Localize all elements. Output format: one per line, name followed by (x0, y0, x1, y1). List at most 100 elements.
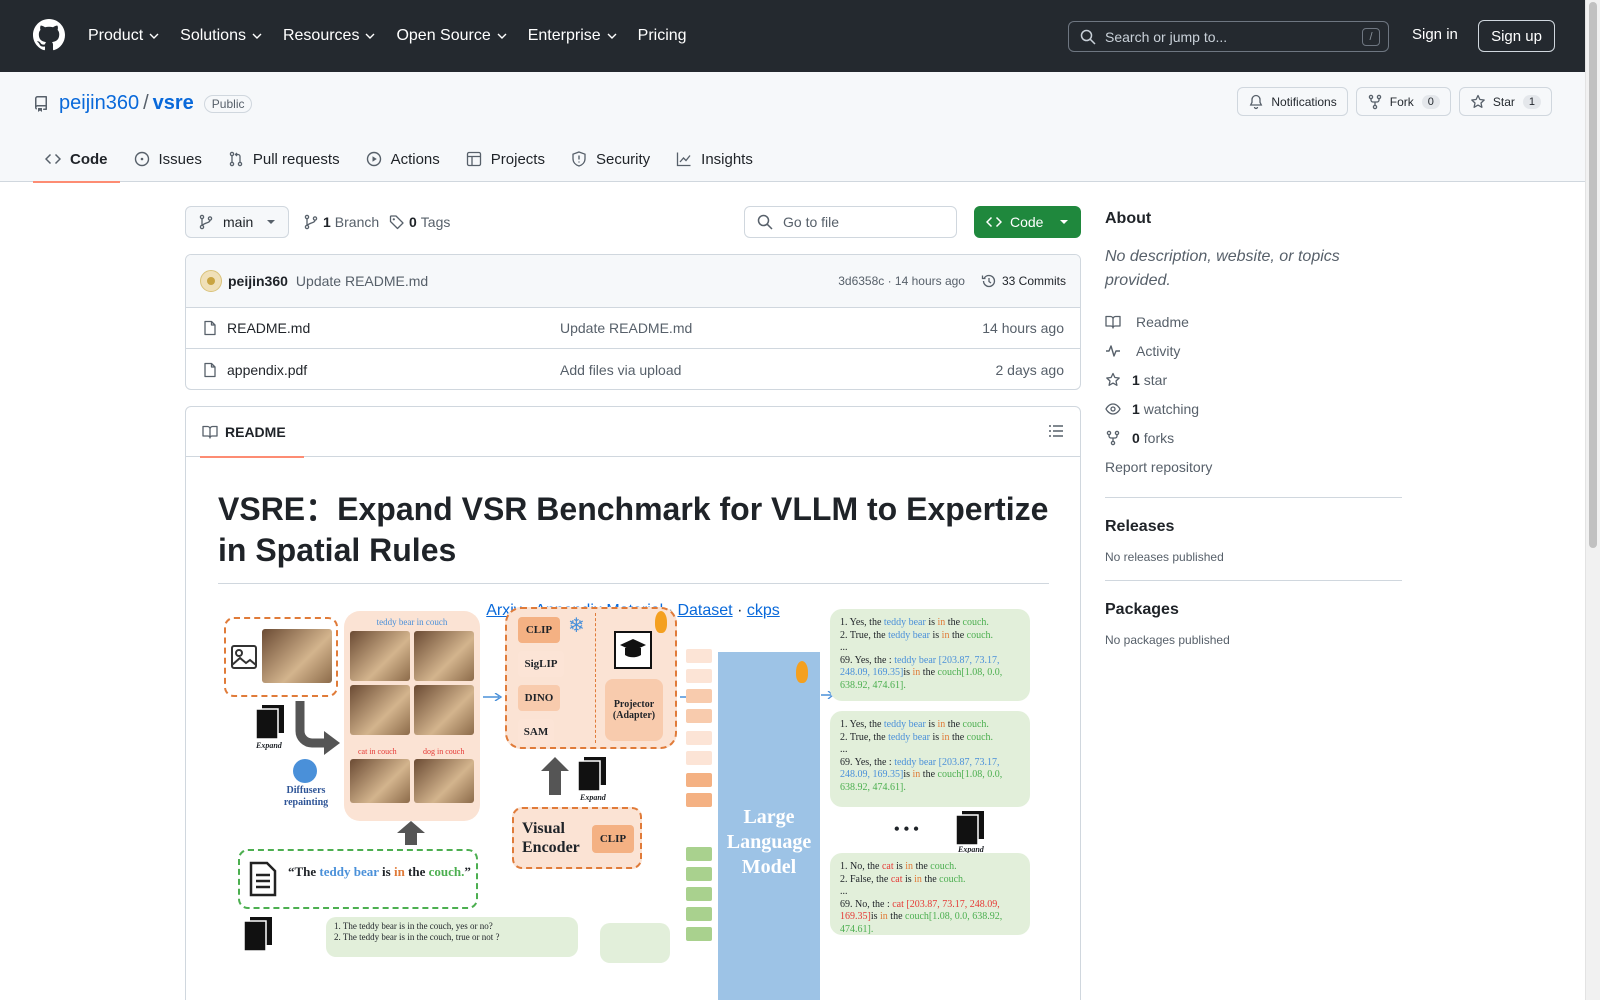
scrollbar-thumb[interactable] (1589, 2, 1597, 548)
pulse-icon (1106, 344, 1120, 357)
nav-solutions[interactable]: Solutions (180, 27, 263, 45)
star-count: 1 (1522, 94, 1541, 109)
file-commit-link[interactable]: Update README.md (560, 320, 692, 336)
sign-in-link[interactable]: Sign in (1412, 26, 1458, 43)
commit-author-link[interactable]: peijin360 (228, 273, 288, 289)
resp-text: is (925, 719, 938, 730)
tab-code[interactable]: Code (33, 136, 120, 183)
about-list: Readme Activity 1 star 1 watching 0 forks R… (1105, 307, 1402, 481)
visual-token (686, 709, 712, 723)
table-row[interactable]: README.md Update README.md 14 hours ago (186, 308, 1080, 349)
notifications-button[interactable]: Notifications (1237, 87, 1348, 116)
tab-code-label: Code (70, 150, 108, 168)
resp-text: 2. True, the (840, 629, 889, 641)
nav-pricing-label: Pricing (637, 27, 687, 44)
tab-insights[interactable]: Insights (664, 136, 765, 182)
readme-tab[interactable]: README (200, 407, 304, 458)
report-repository-link[interactable]: Report repository (1105, 452, 1402, 481)
resp-subject: couch. (939, 873, 966, 885)
resp-text: 69. Yes, the : (840, 654, 895, 666)
star-button[interactable]: Star 1 (1458, 87, 1552, 116)
releases-heading[interactable]: Releases (1105, 518, 1402, 536)
tab-projects[interactable]: Projects (454, 136, 557, 182)
visual-token (686, 751, 712, 765)
nav-product[interactable]: Product (88, 27, 160, 45)
visual-token (686, 793, 712, 807)
tab-insights-label: Insights (701, 150, 753, 168)
tab-pull-requests[interactable]: Pull requests (216, 136, 352, 182)
commit-message-link[interactable]: Update README.md (296, 273, 428, 289)
response-line: ... (840, 886, 848, 897)
resp-text: is (903, 667, 913, 678)
arrow-right-icon (483, 693, 503, 701)
commits-link[interactable]: 33 Commits (981, 273, 1066, 289)
watchers-link[interactable]: 1 watching (1105, 394, 1402, 423)
search-placeholder: Search or jump to... (1105, 28, 1228, 45)
graph-icon (677, 152, 691, 167)
response-line: 2. True, the teddy bear is in the couch. (840, 630, 1020, 643)
branch-select-button[interactable]: main (185, 206, 289, 238)
nav-enterprise[interactable]: Enterprise (528, 27, 618, 45)
table-row[interactable]: appendix.pdf Add files via upload 2 days… (186, 349, 1080, 389)
repo-name-link[interactable]: vsre (153, 92, 194, 115)
resp-text: is (925, 617, 938, 628)
resp-text: the (949, 731, 967, 743)
code-dropdown-button[interactable]: Code (974, 206, 1081, 238)
resp-text: is (930, 629, 942, 641)
github-logo-icon[interactable] (33, 19, 65, 51)
packages-heading[interactable]: Packages (1105, 601, 1402, 619)
star-icon (1106, 372, 1120, 386)
about-description: No description, website, or topics provi… (1105, 248, 1340, 289)
visual-encoder-clip-chip: CLIP (592, 825, 634, 853)
clip-chip: CLIP (518, 617, 560, 643)
readme-link[interactable]: Readme (1105, 307, 1402, 336)
chevron-down-icon (365, 33, 375, 39)
tab-issues[interactable]: Issues (122, 136, 214, 182)
branches-link[interactable]: 1 Branch (303, 214, 379, 230)
stars-link[interactable]: 1 star (1105, 365, 1402, 394)
outline-icon[interactable] (1048, 423, 1064, 439)
global-search-input[interactable]: Search or jump to... / (1068, 21, 1389, 52)
resp-subject: couch. (930, 861, 957, 872)
eye-icon (1105, 402, 1121, 415)
file-name-link[interactable]: README.md (227, 320, 560, 336)
fork-button[interactable]: Fork 0 (1355, 87, 1451, 116)
chevron-down-icon (607, 33, 617, 39)
file-name-link[interactable]: appendix.pdf (227, 362, 560, 378)
document-icon (578, 757, 606, 791)
chevron-down-icon (497, 33, 507, 39)
go-to-file-input[interactable]: Go to file (744, 206, 957, 238)
commit-meta[interactable]: 3d6358c · 14 hours ago (838, 274, 965, 288)
chevron-down-icon (149, 33, 159, 39)
issue-icon (134, 151, 149, 167)
activity-link[interactable]: Activity (1105, 336, 1402, 365)
response-line: 69. Yes, the : teddy bear [203.87, 73.17… (840, 757, 1020, 795)
resp-relation: in (905, 861, 914, 872)
up-arrow-icon (541, 757, 569, 795)
sign-up-button[interactable]: Sign up (1478, 20, 1555, 52)
nav-pricing[interactable]: Pricing (638, 27, 687, 45)
readme-panel: README VSRE：Expand VSR Benchmark for VLL… (185, 406, 1081, 1000)
visibility-badge: Public (203, 94, 253, 113)
response-line: 1. No, the cat is in the couch. (840, 861, 1020, 874)
tab-security[interactable]: Security (559, 136, 662, 182)
nav-open-source[interactable]: Open Source (396, 27, 507, 45)
page-scrollbar[interactable] (1585, 0, 1600, 1000)
repo-owner-link[interactable]: peijin360 (59, 92, 139, 115)
tags-link[interactable]: 0 Tags (389, 214, 450, 230)
readme-body: VSRE：Expand VSR Benchmark for VLLM to Ex… (186, 489, 1080, 620)
quote-subject: couch. (428, 864, 465, 879)
nav-resources[interactable]: Resources (283, 27, 376, 45)
forks-link[interactable]: 0 forks (1105, 423, 1402, 452)
grid-photo (350, 759, 410, 803)
file-commit-link[interactable]: Add files via upload (560, 362, 681, 378)
response-line: 1. Yes, the teddy bear is in the couch. (840, 617, 1020, 630)
no-packages-text: No packages published (1105, 633, 1230, 647)
repo-header: peijin360 / vsre Public Notifications Fo… (0, 72, 1585, 183)
response-line: 2. False, the cat is in the couch. (840, 874, 1020, 887)
resp-text: 69. Yes, the : (840, 756, 895, 768)
resp-text: is (902, 873, 915, 885)
tab-actions[interactable]: Actions (354, 136, 452, 182)
avatar[interactable] (200, 270, 222, 292)
nav-solutions-label: Solutions (180, 27, 246, 44)
